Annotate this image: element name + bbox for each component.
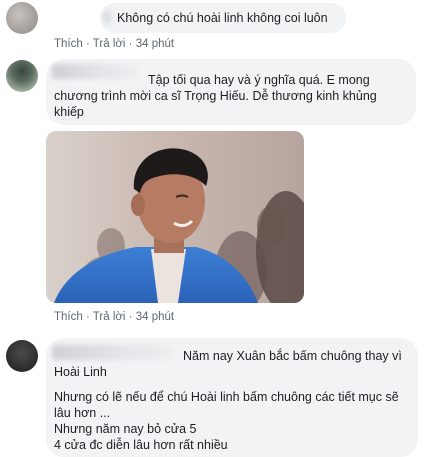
separator-dot: · <box>128 38 136 50</box>
comment-text-line: chương trình mời ca sĩ Trọng Hiếu. Dễ th… <box>54 89 377 103</box>
comment-actions: Thích · Trả lời · 34 phút <box>54 38 174 50</box>
comment-photo[interactable] <box>46 131 304 303</box>
comment-text-line: Nhưng có lẽ nếu để chú Hoài linh bấm chu… <box>54 390 399 404</box>
separator-dot: · <box>85 311 93 323</box>
separator-dot: · <box>85 38 93 50</box>
commenter-avatar[interactable] <box>6 60 38 92</box>
photo-image <box>46 131 304 303</box>
blurred-commenter-name <box>52 64 138 79</box>
comment-text: Không có chú hoài linh không coi luôn <box>117 11 328 25</box>
comment-text-line: Tập tối qua hay và ý nghĩa quá. E mong <box>148 73 370 87</box>
commenter-avatar[interactable] <box>6 340 38 372</box>
blurred-commenter-name <box>104 10 114 24</box>
blurred-commenter-name <box>52 345 174 360</box>
comment-text-line: 4 cửa đc diễn lâu hơn rất nhiều <box>54 438 228 452</box>
comment-text-line: khiếp <box>54 105 84 119</box>
separator-dot: · <box>128 311 136 323</box>
timestamp-link[interactable]: 34 phút <box>136 311 174 323</box>
comment-text-line: lâu hơn ... <box>54 406 111 420</box>
reply-link[interactable]: Trả lời <box>93 38 126 50</box>
comment-actions: Thích · Trả lời · 34 phút <box>54 311 174 323</box>
timestamp-link[interactable]: 34 phút <box>136 38 174 50</box>
like-link[interactable]: Thích <box>54 38 83 50</box>
like-link[interactable]: Thích <box>54 311 83 323</box>
comment-text-line: Năm nay Xuân bắc bấm chuông thay vì <box>183 349 402 363</box>
comment-text-line: Hoài Linh <box>54 365 107 379</box>
commenter-avatar[interactable] <box>6 2 38 34</box>
reply-link[interactable]: Trả lời <box>93 311 126 323</box>
comment-text-line: Nhưng năm nay bỏ cửa 5 <box>54 422 197 436</box>
